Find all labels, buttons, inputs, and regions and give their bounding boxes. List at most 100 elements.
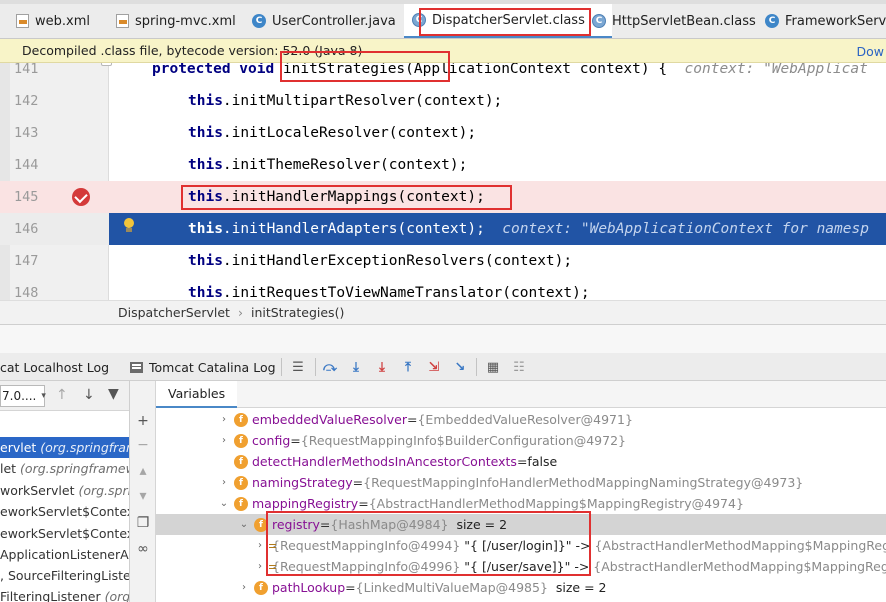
breadcrumb-class[interactable]: DispatcherServlet [118, 305, 230, 320]
tab-spring-mvc-xml[interactable]: spring-mvc.xml [108, 4, 244, 38]
map-entry-row[interactable]: › {RequestMappingInfo@4996} "{ [/user/sa… [156, 556, 886, 577]
up-arrow-icon[interactable]: ↑ [56, 387, 68, 403]
download-sources-link[interactable]: Dow [857, 39, 886, 63]
chevron-down-icon[interactable]: ⌄ [238, 519, 250, 530]
copy-icon[interactable]: ❐ [135, 515, 151, 531]
breadcrumb-method[interactable]: initStrategies() [251, 305, 344, 320]
tab-catalina-log[interactable]: Tomcat Catalina Log [130, 353, 276, 381]
step-into-icon[interactable]: ⤓ [348, 359, 364, 375]
editor-tab-bar: web.xml spring-mvc.xml C UserController.… [0, 0, 886, 39]
step-over-icon[interactable]: ⤼ [322, 359, 338, 375]
remove-watch-icon[interactable]: − [135, 437, 151, 453]
code-keyword: this [188, 221, 223, 237]
tab-localhost-log[interactable]: cat Localhost Log [0, 353, 109, 381]
tab-label: UserController.java [272, 13, 396, 29]
run-to-cursor-icon[interactable]: ↘ [452, 359, 468, 375]
variable-equals: = [358, 496, 369, 511]
frame-class: (org.sp [104, 589, 130, 602]
code-keyword: this [188, 189, 223, 205]
line-number: 148 [14, 285, 39, 300]
tab-variables[interactable]: Variables [156, 381, 238, 408]
code-body: .initHandlerExceptionResolvers(context); [222, 253, 573, 269]
chevron-down-icon: ▾ [41, 391, 46, 401]
step-out-icon[interactable]: ⤒ [400, 359, 416, 375]
drop-frame-icon[interactable]: ⇲ [426, 359, 442, 375]
chevron-right-icon[interactable]: › [258, 561, 262, 572]
entry-value: {AbstractHandlerMethodMapping$MappingReg… [594, 538, 886, 553]
variable-value: {LinkedMultiValueMap@4985} [355, 580, 548, 595]
chevron-down-icon[interactable]: ⌄ [218, 498, 230, 509]
frame-row[interactable]: let (org.springframewo [0, 458, 129, 479]
code-line: 144 this.initThemeResolver(context); [0, 149, 886, 181]
lightbulb-icon[interactable] [123, 218, 135, 233]
variable-row[interactable]: › f embeddedValueResolver = {EmbeddedVal… [156, 409, 886, 430]
frame-row[interactable]: ApplicationListenerAda [0, 544, 129, 565]
decompiled-notice-bar: Decompiled .class file, bytecode version… [0, 39, 886, 63]
variable-size: size = 2 [448, 517, 508, 532]
down-arrow-icon[interactable]: ↓ [83, 387, 95, 403]
add-watch-icon[interactable]: + [135, 413, 151, 429]
line-number: 144 [14, 157, 39, 173]
code-keyword: this [188, 253, 223, 269]
inline-value-hint: context: "WebApplicat [684, 63, 868, 77]
variable-name: registry [272, 517, 320, 532]
frame-row[interactable]: , SourceFilteringListene [0, 565, 129, 586]
thread-selector[interactable]: 7.0.... ▾ [0, 385, 46, 407]
chevron-right-icon[interactable]: › [238, 582, 250, 593]
xml-file-icon [16, 14, 29, 28]
line-number: 143 [14, 125, 39, 141]
frames-menu-icon[interactable]: ☰ [290, 359, 306, 375]
code-line: 142 this.initMultipartResolver(context); [0, 85, 886, 117]
evaluate-expression-icon[interactable]: ▦ [485, 359, 501, 375]
entry-key: {RequestMappingInfo@4996} [272, 559, 461, 574]
variable-row[interactable]: › f pathLookup = {LinkedMultiValueMap@49… [156, 577, 886, 598]
frame-name: eworkServlet$ContextR [0, 504, 129, 519]
variable-equals: = [345, 580, 356, 595]
code-body: initStrategies(ApplicationContext contex… [274, 63, 668, 77]
code-line-current-execution: 146 this.initHandlerAdapters(context); c… [0, 213, 886, 245]
map-entry-row[interactable]: › {RequestMappingInfo@4994} "{ [/user/lo… [156, 535, 886, 556]
tab-dispatcher-servlet[interactable]: C DispatcherServlet.class × [404, 4, 613, 38]
chevron-right-icon[interactable]: › [258, 540, 262, 551]
frame-row[interactable]: workServlet (org.spring [0, 480, 129, 501]
code-text: this.initRequestToViewNameTranslator(con… [188, 277, 590, 300]
toolbar-divider [281, 358, 282, 376]
variable-row-selected[interactable]: ⌄ f registry = {HashMap@4984} size = 2 [156, 514, 886, 535]
glasses-icon[interactable]: ∞ [135, 541, 151, 557]
chevron-right-icon[interactable]: › [218, 477, 230, 488]
field-icon: f [234, 475, 248, 490]
variable-row[interactable]: f detectHandlerMethodsInAncestorContexts… [156, 451, 886, 472]
code-body: .initMultipartResolver(context); [222, 93, 503, 109]
variable-row[interactable]: › f namingStrategy = {RequestMappingInfo… [156, 472, 886, 493]
breadcrumb-separator: › [237, 305, 243, 320]
breakpoint-icon[interactable] [72, 188, 90, 206]
chevron-right-icon[interactable]: › [218, 435, 230, 446]
force-step-into-icon[interactable]: ⤓ [374, 359, 390, 375]
move-down-icon[interactable]: ▾ [135, 488, 151, 504]
filter-icon[interactable]: ▼ [108, 386, 119, 402]
trace-icon[interactable]: ☷ [511, 359, 527, 375]
frame-name: FilteringListener [0, 589, 101, 602]
line-number: 147 [14, 253, 39, 269]
variable-row[interactable]: ⌄ f mappingRegistry = {AbstractHandlerMe… [156, 493, 886, 514]
chevron-right-icon[interactable]: › [218, 414, 230, 425]
frame-row[interactable]: ervlet (org.springframe [0, 437, 129, 458]
fold-icon[interactable] [101, 63, 112, 66]
tab-framework-servlet[interactable]: C FrameworkServlet [757, 4, 886, 38]
variable-row[interactable]: › f config = {RequestMappingInfo$Builder… [156, 430, 886, 451]
variable-name: namingStrategy [252, 475, 353, 490]
frame-row[interactable]: eworkServlet$ContextR [0, 523, 129, 544]
panel-splitter[interactable] [0, 325, 886, 353]
frame-name: ervlet [0, 440, 37, 455]
move-up-icon[interactable]: ▴ [135, 463, 151, 479]
frame-row[interactable]: FilteringListener (org.sp [0, 586, 130, 602]
code-editor[interactable]: 141 protected void initStrategies(Applic… [0, 63, 886, 300]
variable-value: {HashMap@4984} [330, 517, 449, 532]
frame-class: (org.springframewo [20, 461, 129, 476]
tab-web-xml[interactable]: web.xml [8, 4, 98, 38]
code-text: this.initMultipartResolver(context); [188, 85, 502, 117]
tab-user-controller[interactable]: C UserController.java [244, 4, 404, 38]
tab-http-servlet-bean[interactable]: C HttpServletBean.class [584, 4, 764, 38]
frame-row[interactable]: eworkServlet$ContextR [0, 501, 129, 522]
variables-header: Variables [156, 381, 886, 408]
